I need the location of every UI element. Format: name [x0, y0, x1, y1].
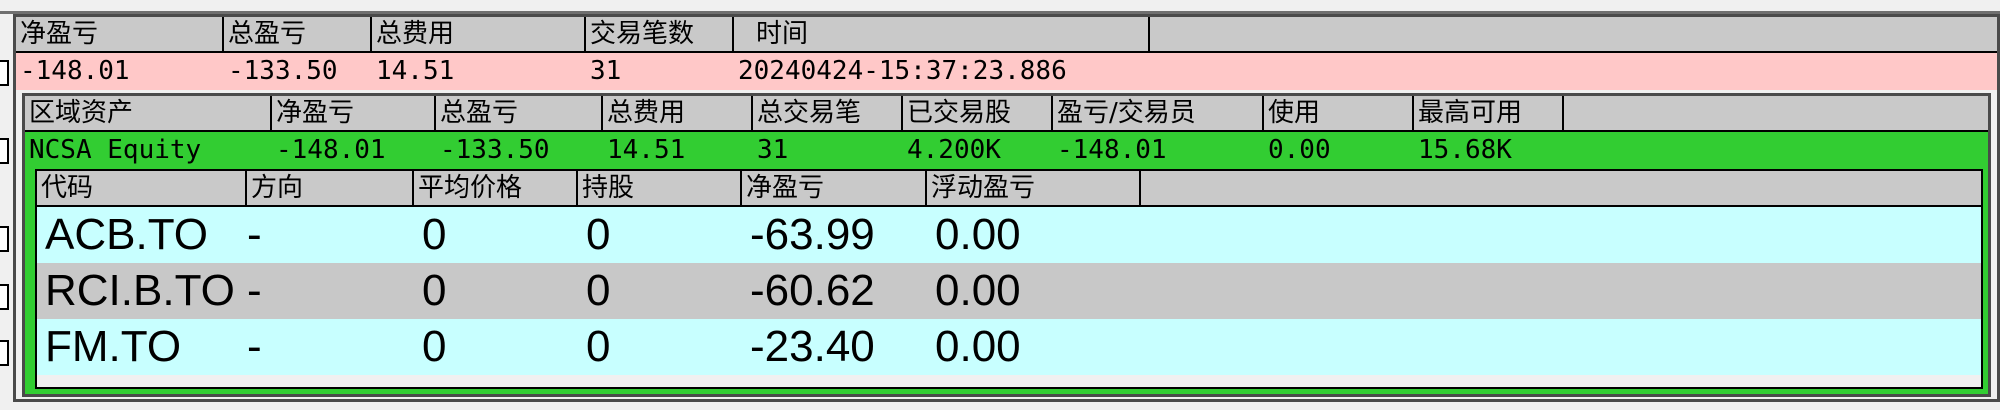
region-used: 0.00 [1268, 135, 1331, 165]
tree-expand-marker[interactable] [0, 226, 9, 252]
position-row[interactable]: RCI.B.TO - 0 0 -60.62 0.00 [37, 263, 1981, 319]
column-header-blank [1564, 96, 1988, 132]
position-position: 0 [586, 322, 611, 371]
tree-expand-marker[interactable] [0, 138, 9, 164]
column-header-total-pnl[interactable]: 总盈亏 [436, 96, 603, 132]
position-symbol: ACB.TO [45, 210, 209, 259]
position-avg-price: 0 [422, 210, 447, 259]
position-side: - [247, 210, 262, 259]
positions-header-row: 代码 方向 平均价格 持股 净盈亏 浮动盈亏 [37, 171, 1981, 207]
summary-time: 20240424-15:37:23.886 [738, 56, 1067, 86]
column-header-net-pnl[interactable]: 净盈亏 [742, 171, 927, 207]
positions-rows: ACB.TO -0 0 -63.99 0.00 RCI.B.TO -0 0 -60.62 0.00… [37, 207, 1981, 375]
column-header-unrealized-pnl[interactable]: 浮动盈亏 [927, 171, 1141, 207]
tree-expand-marker[interactable] [0, 60, 9, 86]
column-header-position[interactable]: 持股 [578, 171, 742, 207]
column-header-total-trades[interactable]: 总交易笔 [753, 96, 903, 132]
positions-frame: 代码 方向 平均价格 持股 净盈亏 浮动盈亏 ACB.TO -0 0 -63.99 0.… [25, 169, 1988, 394]
column-header-net-pnl[interactable]: 净盈亏 [272, 96, 436, 132]
position-side: - [247, 266, 262, 315]
column-header-region-asset[interactable]: 区域资产 [25, 96, 272, 132]
column-header-max-available[interactable]: 最高可用 [1414, 96, 1564, 132]
tree-expand-marker[interactable] [0, 340, 9, 366]
column-header-symbol[interactable]: 代码 [37, 171, 247, 207]
region-shares-traded: 4.200K [907, 135, 1001, 165]
tree-expand-marker[interactable] [0, 284, 9, 310]
summary-header-row: 净盈亏 总盈亏 总费用 交易笔数 时间 [16, 17, 1997, 53]
position-avg-price: 0 [422, 322, 447, 371]
position-unrealized-pnl: 0.00 [935, 266, 1021, 315]
region-pnl-per-trader: -148.01 [1057, 135, 1167, 165]
region-header-row: 区域资产 净盈亏 总盈亏 总费用 总交易笔 已交易股 盈亏/交易员 使用 最高可… [25, 96, 1988, 132]
position-net-pnl: -23.40 [750, 322, 875, 371]
summary-total-pnl: -133.50 [228, 56, 338, 86]
summary-trade-count: 31 [590, 56, 622, 86]
column-header-total-fees[interactable]: 总费用 [372, 17, 586, 53]
region-asset: NCSA Equity [29, 135, 202, 165]
column-header-net-pnl[interactable]: 净盈亏 [16, 17, 224, 53]
column-header-total-pnl[interactable]: 总盈亏 [224, 17, 372, 53]
column-header-blank [1150, 17, 1997, 53]
position-row[interactable]: FM.TO - 0 0 -23.40 0.00 [37, 319, 1981, 375]
position-net-pnl: -60.62 [750, 266, 875, 315]
region-grid: 区域资产 净盈亏 总盈亏 总费用 总交易笔 已交易股 盈亏/交易员 使用 最高可… [22, 93, 1991, 397]
column-header-avg-price[interactable]: 平均价格 [414, 171, 578, 207]
region-max-available: 15.68K [1418, 135, 1512, 165]
position-position: 0 [586, 210, 611, 259]
summary-total-fees: 14.51 [376, 56, 455, 86]
column-header-pnl-per-trader[interactable]: 盈亏/交易员 [1053, 96, 1264, 132]
column-header-blank [1141, 171, 1981, 207]
position-symbol: RCI.B.TO [45, 266, 235, 315]
summary-row[interactable]: -148.01 -133.50 14.51 31 20240424-15:37:… [16, 53, 1997, 90]
region-net-pnl: -148.01 [276, 135, 386, 165]
region-total-trades: 31 [757, 135, 789, 165]
column-header-used[interactable]: 使用 [1264, 96, 1414, 132]
column-header-side[interactable]: 方向 [247, 171, 414, 207]
position-symbol: FM.TO [45, 322, 182, 371]
positions-grid: 代码 方向 平均价格 持股 净盈亏 浮动盈亏 ACB.TO -0 0 -63.99 0.… [35, 169, 1983, 389]
position-side: - [247, 322, 262, 371]
window-top-strip [0, 0, 2000, 14]
region-row[interactable]: NCSA Equity -148.01 -133.50 14.51 31 4.2… [25, 132, 1988, 169]
column-header-shares-traded[interactable]: 已交易股 [903, 96, 1053, 132]
region-total-fees: 14.51 [607, 135, 686, 165]
column-header-time[interactable]: 时间 [734, 17, 1150, 53]
position-position: 0 [586, 266, 611, 315]
position-unrealized-pnl: 0.00 [935, 322, 1021, 371]
region-total-pnl: -133.50 [440, 135, 550, 165]
summary-grid: 净盈亏 总盈亏 总费用 交易笔数 时间 -148.01 -133.50 14.5… [13, 14, 2000, 402]
position-avg-price: 0 [422, 266, 447, 315]
column-header-trade-count[interactable]: 交易笔数 [586, 17, 734, 53]
position-net-pnl: -63.99 [750, 210, 875, 259]
summary-net-pnl: -148.01 [20, 56, 130, 86]
position-row[interactable]: ACB.TO - 0 0 -63.99 0.00 [37, 207, 1981, 263]
column-header-total-fees[interactable]: 总费用 [603, 96, 753, 132]
position-unrealized-pnl: 0.00 [935, 210, 1021, 259]
